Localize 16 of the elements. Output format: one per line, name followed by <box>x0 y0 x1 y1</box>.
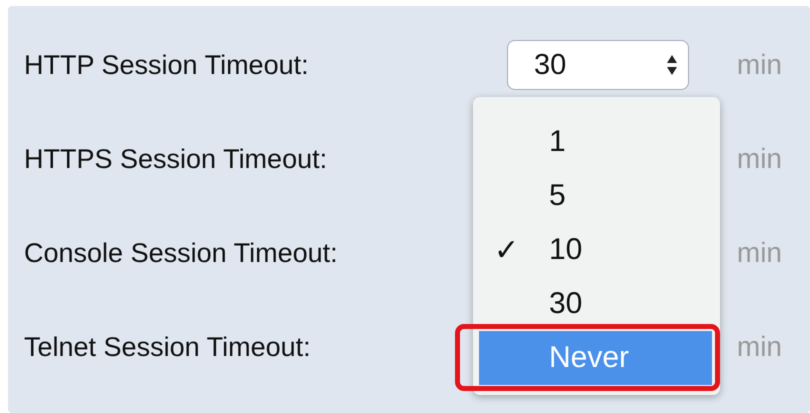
field-label: HTTPS Session Timeout: <box>23 144 328 174</box>
select-value: 30 <box>534 48 566 82</box>
unit-label: min <box>736 237 782 269</box>
menu-item[interactable]: 5 <box>479 169 712 223</box>
menu-item[interactable]: 30 <box>479 277 712 331</box>
unit-label: min <box>736 143 782 175</box>
menu-item[interactable]: 10 ✓ <box>479 223 712 277</box>
menu-item[interactable]: 1 <box>479 115 712 169</box>
unit-label: min <box>736 331 782 363</box>
timeout-select[interactable]: 30 <box>507 40 689 90</box>
check-icon: ✓ <box>494 232 519 268</box>
stepper-icon <box>666 54 678 76</box>
field-label: Console Session Timeout: <box>23 238 339 268</box>
field-label: HTTP Session Timeout: <box>23 50 310 80</box>
unit-label: min <box>736 49 782 81</box>
field-label: Telnet Session Timeout: <box>23 332 312 362</box>
